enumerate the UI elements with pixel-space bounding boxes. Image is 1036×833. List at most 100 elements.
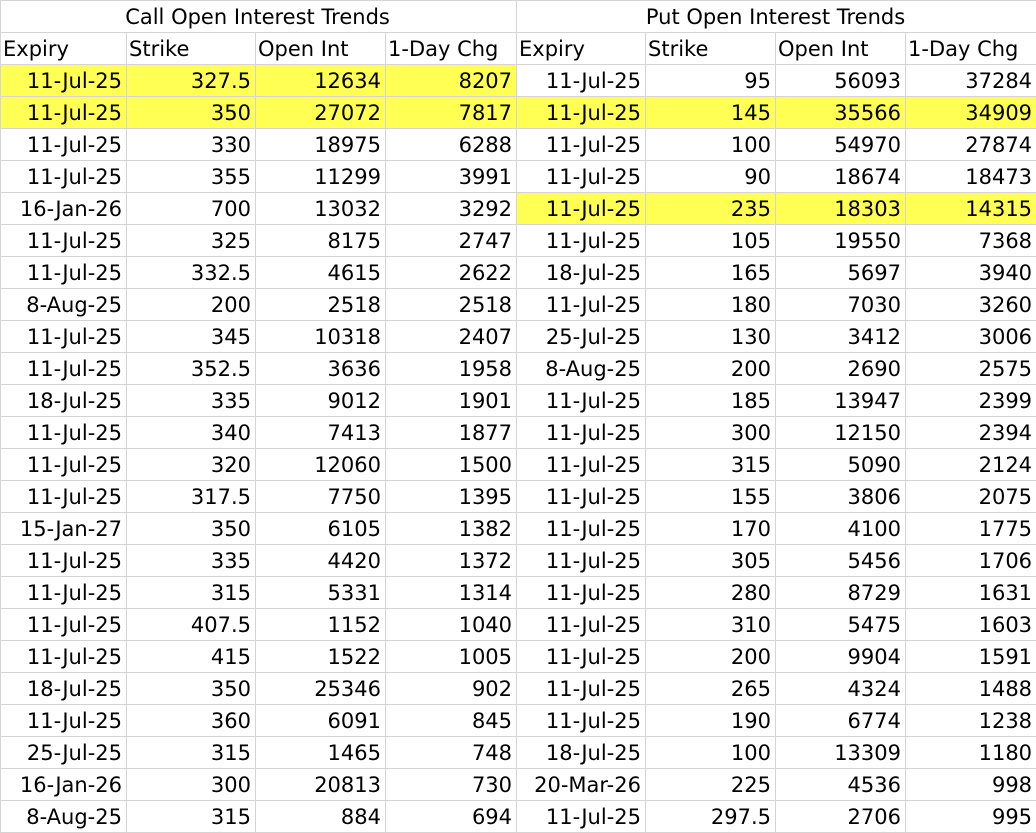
- table-cell[interactable]: 2399: [906, 385, 1036, 417]
- table-cell[interactable]: 11-Jul-25: [1, 545, 127, 577]
- table-cell[interactable]: 35566: [776, 97, 906, 129]
- table-cell[interactable]: 7817: [386, 97, 517, 129]
- table-cell[interactable]: 11-Jul-25: [1, 129, 127, 161]
- table-cell[interactable]: 1958: [386, 353, 517, 385]
- table-cell[interactable]: 18674: [776, 161, 906, 193]
- table-cell[interactable]: 11-Jul-25: [1, 481, 127, 513]
- table-cell[interactable]: 300: [127, 769, 256, 801]
- table-cell[interactable]: 13947: [776, 385, 906, 417]
- table-cell[interactable]: 340: [127, 417, 256, 449]
- table-cell[interactable]: 350: [127, 673, 256, 705]
- table-cell[interactable]: 11-Jul-25: [1, 577, 127, 609]
- table-cell[interactable]: 13309: [776, 737, 906, 769]
- table-cell[interactable]: 11-Jul-25: [1, 65, 127, 97]
- table-cell[interactable]: 352.5: [127, 353, 256, 385]
- table-cell[interactable]: 8729: [776, 577, 906, 609]
- table-cell[interactable]: 1603: [906, 609, 1036, 641]
- table-cell[interactable]: 1706: [906, 545, 1036, 577]
- table-cell[interactable]: 2394: [906, 417, 1036, 449]
- table-cell[interactable]: 11-Jul-25: [517, 65, 646, 97]
- table-cell[interactable]: 11-Jul-25: [1, 705, 127, 737]
- table-cell[interactable]: 9012: [256, 385, 386, 417]
- table-cell[interactable]: 360: [127, 705, 256, 737]
- table-cell[interactable]: 100: [646, 737, 776, 769]
- table-cell[interactable]: 11-Jul-25: [517, 673, 646, 705]
- table-cell[interactable]: 2622: [386, 257, 517, 289]
- table-cell[interactable]: 200: [646, 641, 776, 673]
- table-cell[interactable]: 180: [646, 289, 776, 321]
- table-cell[interactable]: 34909: [906, 97, 1036, 129]
- table-cell[interactable]: 11-Jul-25: [517, 577, 646, 609]
- table-cell[interactable]: 2690: [776, 353, 906, 385]
- table-cell[interactable]: 2124: [906, 449, 1036, 481]
- table-cell[interactable]: 300: [646, 417, 776, 449]
- table-cell[interactable]: 3006: [906, 321, 1036, 353]
- table-cell[interactable]: 1382: [386, 513, 517, 545]
- table-cell[interactable]: 1395: [386, 481, 517, 513]
- table-cell[interactable]: 317.5: [127, 481, 256, 513]
- table-cell[interactable]: 3991: [386, 161, 517, 193]
- table-cell[interactable]: 320: [127, 449, 256, 481]
- table-cell[interactable]: 5456: [776, 545, 906, 577]
- table-cell[interactable]: 25-Jul-25: [517, 321, 646, 353]
- table-cell[interactable]: 190: [646, 705, 776, 737]
- table-cell[interactable]: 6091: [256, 705, 386, 737]
- table-cell[interactable]: 5475: [776, 609, 906, 641]
- table-cell[interactable]: 8207: [386, 65, 517, 97]
- table-cell[interactable]: 130: [646, 321, 776, 353]
- table-cell[interactable]: 355: [127, 161, 256, 193]
- table-cell[interactable]: 95: [646, 65, 776, 97]
- table-cell[interactable]: 995: [906, 801, 1036, 833]
- table-cell[interactable]: 185: [646, 385, 776, 417]
- table-cell[interactable]: 11-Jul-25: [517, 449, 646, 481]
- table-cell[interactable]: 7750: [256, 481, 386, 513]
- table-cell[interactable]: 315: [127, 577, 256, 609]
- table-cell[interactable]: 18-Jul-25: [1, 673, 127, 705]
- table-cell[interactable]: 8175: [256, 225, 386, 257]
- table-cell[interactable]: 305: [646, 545, 776, 577]
- table-cell[interactable]: 165: [646, 257, 776, 289]
- table-cell[interactable]: 1500: [386, 449, 517, 481]
- table-cell[interactable]: 11-Jul-25: [517, 289, 646, 321]
- table-cell[interactable]: 1877: [386, 417, 517, 449]
- table-cell[interactable]: 25-Jul-25: [1, 737, 127, 769]
- table-cell[interactable]: 1314: [386, 577, 517, 609]
- table-cell[interactable]: 11-Jul-25: [1, 353, 127, 385]
- table-cell[interactable]: 18303: [776, 193, 906, 225]
- table-cell[interactable]: 11-Jul-25: [1, 257, 127, 289]
- table-cell[interactable]: 335: [127, 385, 256, 417]
- table-cell[interactable]: 225: [646, 769, 776, 801]
- table-cell[interactable]: 11-Jul-25: [1, 97, 127, 129]
- table-cell[interactable]: 11-Jul-25: [517, 641, 646, 673]
- table-cell[interactable]: 8-Aug-25: [517, 353, 646, 385]
- table-cell[interactable]: 315: [127, 737, 256, 769]
- table-cell[interactable]: 145: [646, 97, 776, 129]
- table-cell[interactable]: 54970: [776, 129, 906, 161]
- table-cell[interactable]: 56093: [776, 65, 906, 97]
- table-cell[interactable]: 11-Jul-25: [517, 161, 646, 193]
- table-cell[interactable]: 11-Jul-25: [517, 225, 646, 257]
- table-cell[interactable]: 1372: [386, 545, 517, 577]
- table-cell[interactable]: 100: [646, 129, 776, 161]
- table-cell[interactable]: 2706: [776, 801, 906, 833]
- table-cell[interactable]: 16-Jan-26: [1, 769, 127, 801]
- table-cell[interactable]: 884: [256, 801, 386, 833]
- table-cell[interactable]: 325: [127, 225, 256, 257]
- table-cell[interactable]: 1238: [906, 705, 1036, 737]
- table-cell[interactable]: 13032: [256, 193, 386, 225]
- table-cell[interactable]: 3292: [386, 193, 517, 225]
- table-cell[interactable]: 11-Jul-25: [517, 513, 646, 545]
- table-cell[interactable]: 2075: [906, 481, 1036, 513]
- table-cell[interactable]: 11-Jul-25: [1, 609, 127, 641]
- table-cell[interactable]: 8-Aug-25: [1, 801, 127, 833]
- table-cell[interactable]: 6774: [776, 705, 906, 737]
- table-cell[interactable]: 6288: [386, 129, 517, 161]
- table-cell[interactable]: 19550: [776, 225, 906, 257]
- table-cell[interactable]: 11-Jul-25: [1, 417, 127, 449]
- table-cell[interactable]: 11-Jul-25: [1, 161, 127, 193]
- table-cell[interactable]: 1591: [906, 641, 1036, 673]
- table-cell[interactable]: 11-Jul-25: [517, 545, 646, 577]
- table-cell[interactable]: 11-Jul-25: [517, 129, 646, 161]
- table-cell[interactable]: 18473: [906, 161, 1036, 193]
- table-cell[interactable]: 2407: [386, 321, 517, 353]
